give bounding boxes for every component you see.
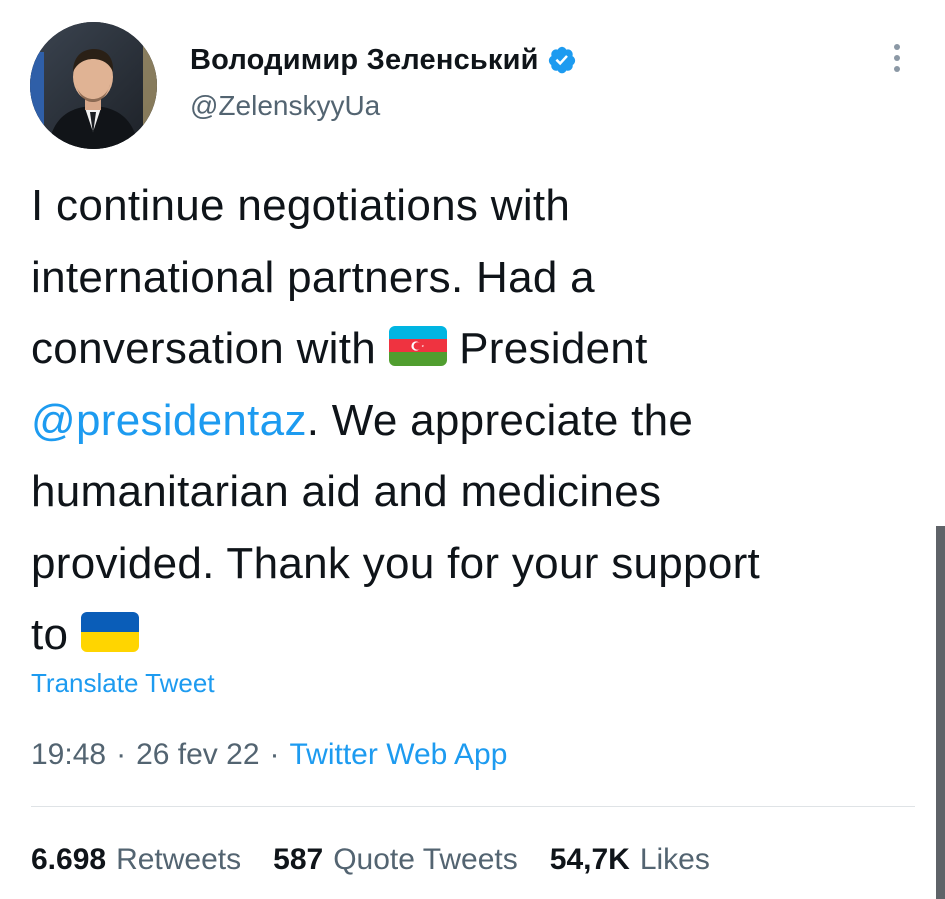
display-name-row: Володимир Зеленський [190,40,577,80]
tweet-text-fragment: to [31,610,69,659]
tweet-time[interactable]: 19:48 [31,738,106,772]
tweet-text: I continue negotiations with internation… [31,170,911,671]
stat-label: Retweets [116,843,242,876]
tweet-card: Володимир Зеленський @ZelenskyyUa I cont… [0,0,945,899]
avatar[interactable] [30,22,157,149]
retweets-stat[interactable]: 6.698 Retweets [31,843,241,877]
tweet-line: provided. Thank you for your support [31,538,761,588]
verified-badge-icon [547,45,577,75]
tweet-line: conversation with President [31,313,911,385]
ukraine-flag-icon [80,612,139,653]
display-name[interactable]: Володимир Зеленський [190,44,539,77]
tweet-line: @presidentaz. We appreciate the [31,385,911,457]
author-header: Володимир Зеленський @ZelenskyyUa [190,40,577,122]
divider [31,806,915,807]
tweet-line: international partners. Had a [31,252,595,302]
quote-tweets-stat[interactable]: 587 Quote Tweets [273,843,518,877]
stat-label: Quote Tweets [333,843,518,876]
tweet-text-fragment: . We appreciate the [306,395,694,445]
scrollbar[interactable] [936,526,945,899]
handle[interactable]: @ZelenskyyUa [190,90,577,122]
more-options-icon[interactable] [885,44,909,80]
tweet-date[interactable]: 26 fev 22 [136,738,259,772]
translate-tweet-link[interactable]: Translate Tweet [31,668,215,699]
stat-label: Likes [639,843,710,876]
stat-value: 6.698 [31,843,107,876]
stat-value: 587 [273,843,324,876]
tweet-line: humanitarian aid and medicines [31,467,662,516]
tweet-line: to [31,599,911,671]
azerbaijan-flag-icon [388,326,447,367]
likes-stat[interactable]: 54,7K Likes [550,843,710,877]
mention-link[interactable]: @presidentaz [31,396,307,445]
tweet-stats: 6.698 Retweets 587 Quote Tweets 54,7K Li… [31,843,742,877]
tweet-source-link[interactable]: Twitter Web App [290,738,508,772]
separator: · [269,738,280,771]
tweet-line: I continue negotiations with [31,181,571,230]
tweet-text-fragment: conversation with [31,324,377,373]
separator: · [116,738,127,771]
stat-value: 54,7K [549,843,630,876]
tweet-text-fragment: President [459,324,648,373]
tweet-meta: 19:48 · 26 fev 22 · Twitter Web App [31,738,507,772]
